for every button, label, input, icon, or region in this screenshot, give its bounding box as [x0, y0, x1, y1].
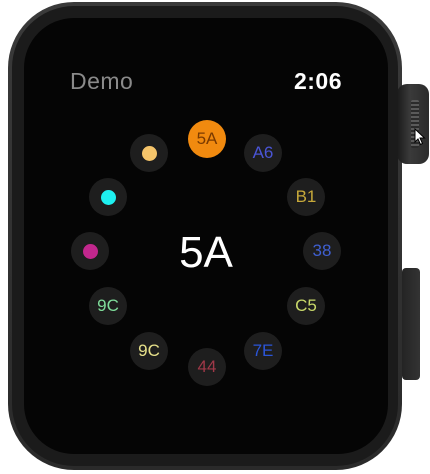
- dial-item-label: 9C: [97, 296, 119, 315]
- dial-item-label: C5: [295, 296, 317, 315]
- dial-item-label: 9C: [138, 341, 160, 360]
- color-dot-icon: [100, 189, 116, 205]
- color-dot-icon: [141, 145, 157, 161]
- dial-item-9c-yellow[interactable]: 9C: [130, 332, 168, 370]
- dial-item-44[interactable]: 44: [188, 348, 226, 386]
- clock-time: 2:06: [293, 68, 342, 94]
- dial-item-7e[interactable]: 7E: [244, 332, 282, 370]
- dial-item-orange-dot[interactable]: [130, 134, 168, 172]
- app-title: Demo: [70, 68, 134, 94]
- dial-item-9c-green[interactable]: 9C: [89, 287, 127, 325]
- dial-item-cyan-dot[interactable]: [89, 178, 127, 216]
- dial-item-5a[interactable]: 5A: [188, 120, 226, 158]
- dial-item-label: 7E: [252, 341, 274, 360]
- dial-item-label: 44: [197, 357, 217, 376]
- dial-item-a6[interactable]: A6: [244, 134, 282, 172]
- dial-item-label: B1: [295, 187, 317, 206]
- dial-item-magenta-dot[interactable]: [71, 232, 109, 270]
- selected-key-label: 5A: [179, 228, 233, 277]
- side-button[interactable]: [402, 268, 420, 380]
- dial-item-label: A6: [252, 143, 274, 162]
- dial-item-38[interactable]: 38: [303, 232, 341, 270]
- digital-crown[interactable]: [397, 84, 429, 164]
- color-dot-icon: [82, 243, 98, 259]
- dial-item-label: 5A: [196, 129, 218, 148]
- dial-item-c5[interactable]: C5: [287, 287, 325, 325]
- dial-item-label: 38: [312, 241, 332, 260]
- mouse-pointer-icon: [414, 128, 426, 146]
- dial-item-b1[interactable]: B1: [287, 178, 325, 216]
